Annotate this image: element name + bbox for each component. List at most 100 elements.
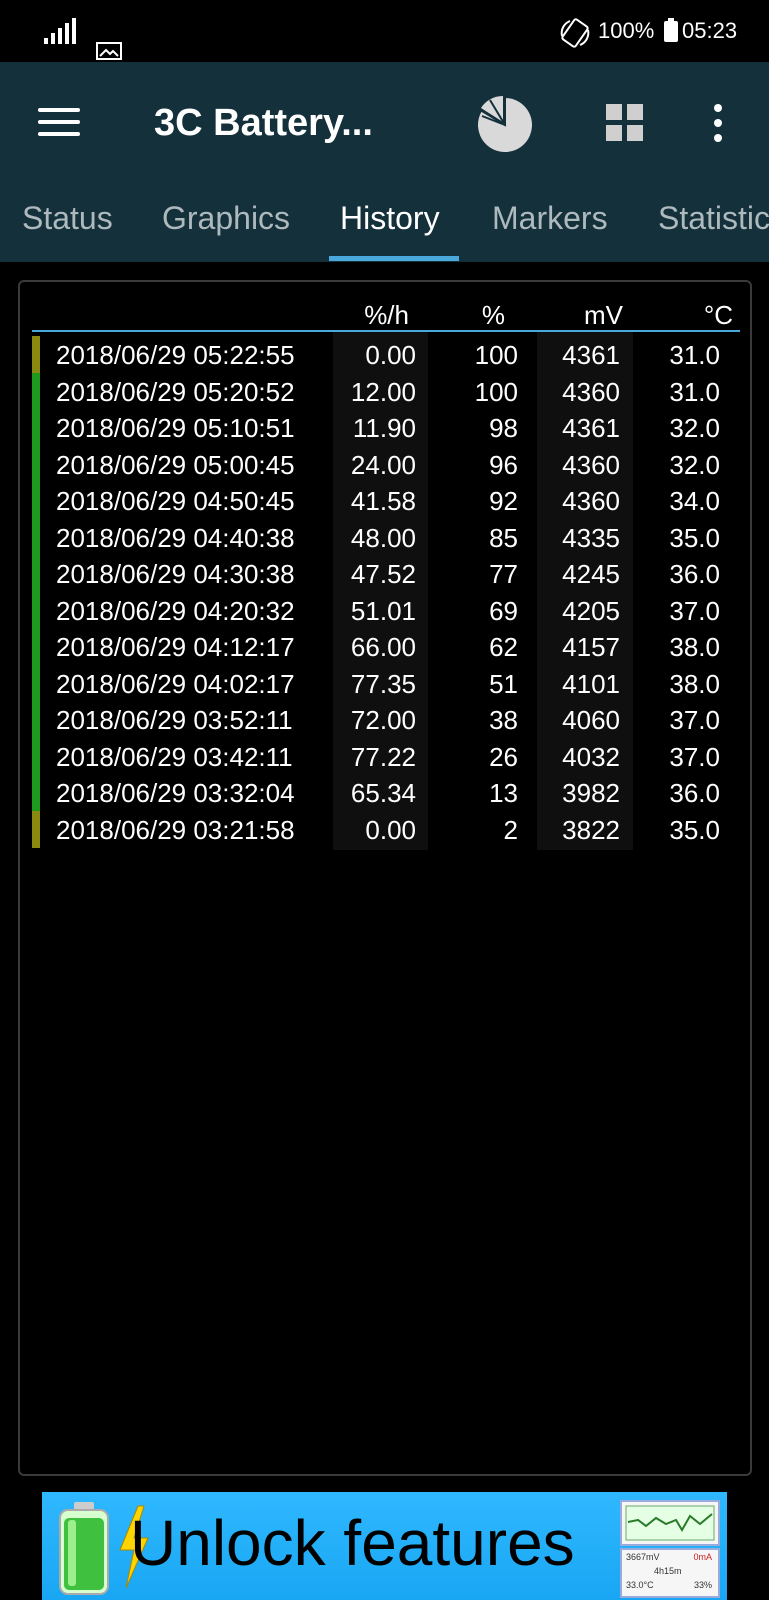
tab-graphics[interactable]: Graphics: [162, 200, 290, 237]
cell-datetime: 2018/06/29 03:52:11: [56, 705, 293, 735]
table-row[interactable]: 2018/06/29 05:20:52 12.00 100 4360 31.0: [32, 372, 742, 410]
table-row[interactable]: 2018/06/29 04:02:17 77.35 51 4101 38.0: [32, 664, 742, 702]
battery-icon: [664, 18, 678, 42]
cell-temperature: 36.0: [669, 559, 720, 589]
table-row[interactable]: 2018/06/29 04:20:32 51.01 69 4205 37.0: [32, 591, 742, 629]
cell-rate: 0.00: [365, 814, 416, 845]
cell-temperature: 35.0: [669, 522, 720, 553]
cell-rate: 24.00: [350, 449, 416, 480]
table-row[interactable]: 2018/06/29 04:50:45 41.58 92 4360 34.0: [32, 482, 742, 519]
row-marker: [32, 591, 40, 629]
cell-millivolts: 4360: [562, 449, 620, 480]
tab-statistic[interactable]: Statistic: [658, 200, 769, 237]
thumb-current: 0mA: [693, 1552, 712, 1562]
cell-millivolts: 4360: [562, 376, 620, 407]
cell-datetime: 2018/06/29 03:32:04: [56, 778, 295, 808]
cell-rate: 77.35: [350, 668, 416, 699]
cell-rate: 66.00: [350, 632, 416, 662]
cell-millivolts: 4060: [562, 705, 620, 735]
cell-datetime: 2018/06/29 04:50:45: [56, 486, 295, 516]
cell-rate: 72.00: [350, 705, 416, 735]
cell-millivolts: 4361: [562, 413, 620, 443]
tab-markers[interactable]: Markers: [492, 200, 608, 237]
table-row[interactable]: 2018/06/29 05:10:51 11.90 98 4361 32.0: [32, 409, 742, 446]
table-row[interactable]: 2018/06/29 04:30:38 47.52 77 4245 36.0: [32, 555, 742, 592]
cell-temperature: 38.0: [669, 632, 720, 662]
header-percent: %: [481, 300, 505, 330]
table-row[interactable]: 2018/06/29 03:32:04 65.34 13 3982 36.0: [32, 774, 742, 811]
row-marker: [32, 810, 40, 848]
cell-datetime: 2018/06/29 04:12:17: [56, 632, 295, 662]
cell-millivolts: 3982: [562, 778, 620, 808]
table-row[interactable]: 2018/06/29 05:00:45 24.00 96 4360 32.0: [32, 445, 742, 483]
cell-percent: 51: [489, 668, 518, 699]
table-row[interactable]: 2018/06/29 05:22:55 0.00 100 4361 31.0: [32, 336, 742, 373]
cell-percent: 69: [489, 595, 518, 626]
cell-temperature: 32.0: [669, 413, 720, 443]
row-marker: [32, 482, 40, 519]
cell-temperature: 34.0: [669, 486, 720, 516]
cell-rate: 0.00: [365, 340, 416, 370]
signal-icon: [44, 18, 78, 44]
cell-rate: 48.00: [350, 522, 416, 553]
thumb-voltage: 3667mV: [626, 1552, 660, 1562]
cell-millivolts: 3822: [562, 814, 620, 845]
app-title: 3C Battery...: [154, 102, 373, 144]
row-marker: [32, 409, 40, 446]
table-row[interactable]: 2018/06/29 04:40:38 48.00 85 4335 35.0: [32, 518, 742, 556]
header-millivolts: mV: [584, 300, 623, 330]
cell-temperature: 37.0: [669, 741, 720, 772]
row-marker: [32, 628, 40, 665]
more-options-icon[interactable]: [712, 104, 724, 144]
cell-millivolts: 4205: [562, 595, 620, 626]
table-row[interactable]: 2018/06/29 04:12:17 66.00 62 4157 38.0: [32, 628, 742, 665]
battery-graphic-icon: [59, 1502, 109, 1595]
cell-percent: 96: [489, 449, 518, 480]
cell-rate: 51.01: [350, 595, 416, 626]
cell-rate: 41.58: [350, 486, 416, 516]
cell-datetime: 2018/06/29 05:20:52: [56, 376, 295, 407]
tab-history[interactable]: History: [340, 200, 440, 237]
cell-percent: 100: [474, 340, 518, 370]
cell-rate: 12.00: [350, 376, 416, 407]
cell-rate: 47.52: [350, 559, 416, 589]
table-row[interactable]: 2018/06/29 03:42:11 77.22 26 4032 37.0: [32, 737, 742, 775]
clock: 05:23: [682, 18, 738, 43]
cell-rate: 65.34: [350, 778, 416, 808]
tab-status[interactable]: Status: [22, 200, 113, 237]
cell-temperature: 31.0: [669, 376, 720, 407]
auto-rotate-icon: [560, 18, 590, 48]
cell-temperature: 31.0: [669, 340, 720, 370]
cell-percent: 85: [489, 522, 518, 553]
row-marker: [32, 445, 40, 483]
image-notification-icon: [96, 42, 122, 60]
cell-temperature: 36.0: [669, 778, 720, 808]
pie-chart-icon[interactable]: [474, 92, 536, 154]
header-divider: [32, 330, 740, 332]
thumb-level: 33%: [693, 1580, 712, 1590]
header-rate: %/h: [364, 300, 409, 330]
status-bar: 100% 05:23: [0, 0, 769, 62]
cell-percent: 26: [489, 741, 518, 772]
active-tab-indicator: [329, 256, 459, 261]
cell-rate: 77.22: [350, 741, 416, 772]
cell-percent: 77: [489, 559, 518, 589]
menu-icon[interactable]: [38, 108, 82, 140]
cell-datetime: 2018/06/29 05:10:51: [56, 413, 295, 443]
cell-datetime: 2018/06/29 03:42:11: [56, 741, 293, 772]
row-marker: [32, 518, 40, 556]
ad-banner[interactable]: Unlock features 3667mV 0mA 4h15m 33.0°C …: [42, 1492, 727, 1600]
tab-bar: Status Graphics History Markers Statisti…: [0, 200, 769, 262]
row-marker: [32, 737, 40, 775]
row-marker: [32, 336, 40, 373]
ad-headline: Unlock features: [130, 1507, 575, 1579]
grid-icon[interactable]: [606, 104, 644, 142]
cell-percent: 38: [489, 705, 518, 735]
cell-percent: 100: [474, 376, 518, 407]
cell-temperature: 35.0: [669, 814, 720, 845]
table-row[interactable]: 2018/06/29 03:52:11 72.00 38 4060 37.0: [32, 701, 742, 738]
table-row[interactable]: 2018/06/29 03:21:58 0.00 2 3822 35.0: [32, 810, 742, 848]
battery-percent: 100%: [598, 18, 655, 43]
thumb-time: 4h15m: [654, 1566, 682, 1576]
cell-datetime: 2018/06/29 04:30:38: [56, 559, 295, 589]
